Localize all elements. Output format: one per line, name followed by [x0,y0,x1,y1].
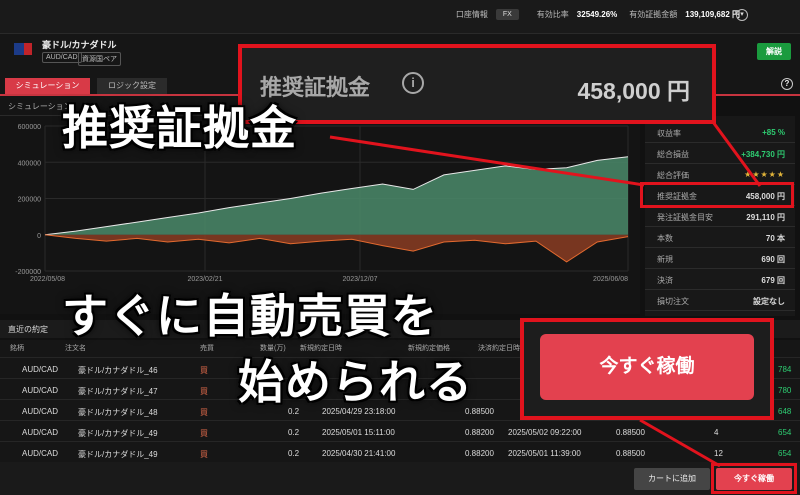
connector-lines [329,121,762,468]
run-now-big-button[interactable]: 今すぐ稼働 [540,334,754,400]
connector-line-headline [329,135,645,187]
connector-line-run [639,418,721,468]
overlay-line-2: 始められる [238,356,473,408]
margin-row-highlight [640,182,794,208]
overlay-line-1: すぐに自動売買を [62,290,438,342]
connector-line-top [711,121,762,187]
overlay-headline: 推奨証拠金 [62,102,297,154]
